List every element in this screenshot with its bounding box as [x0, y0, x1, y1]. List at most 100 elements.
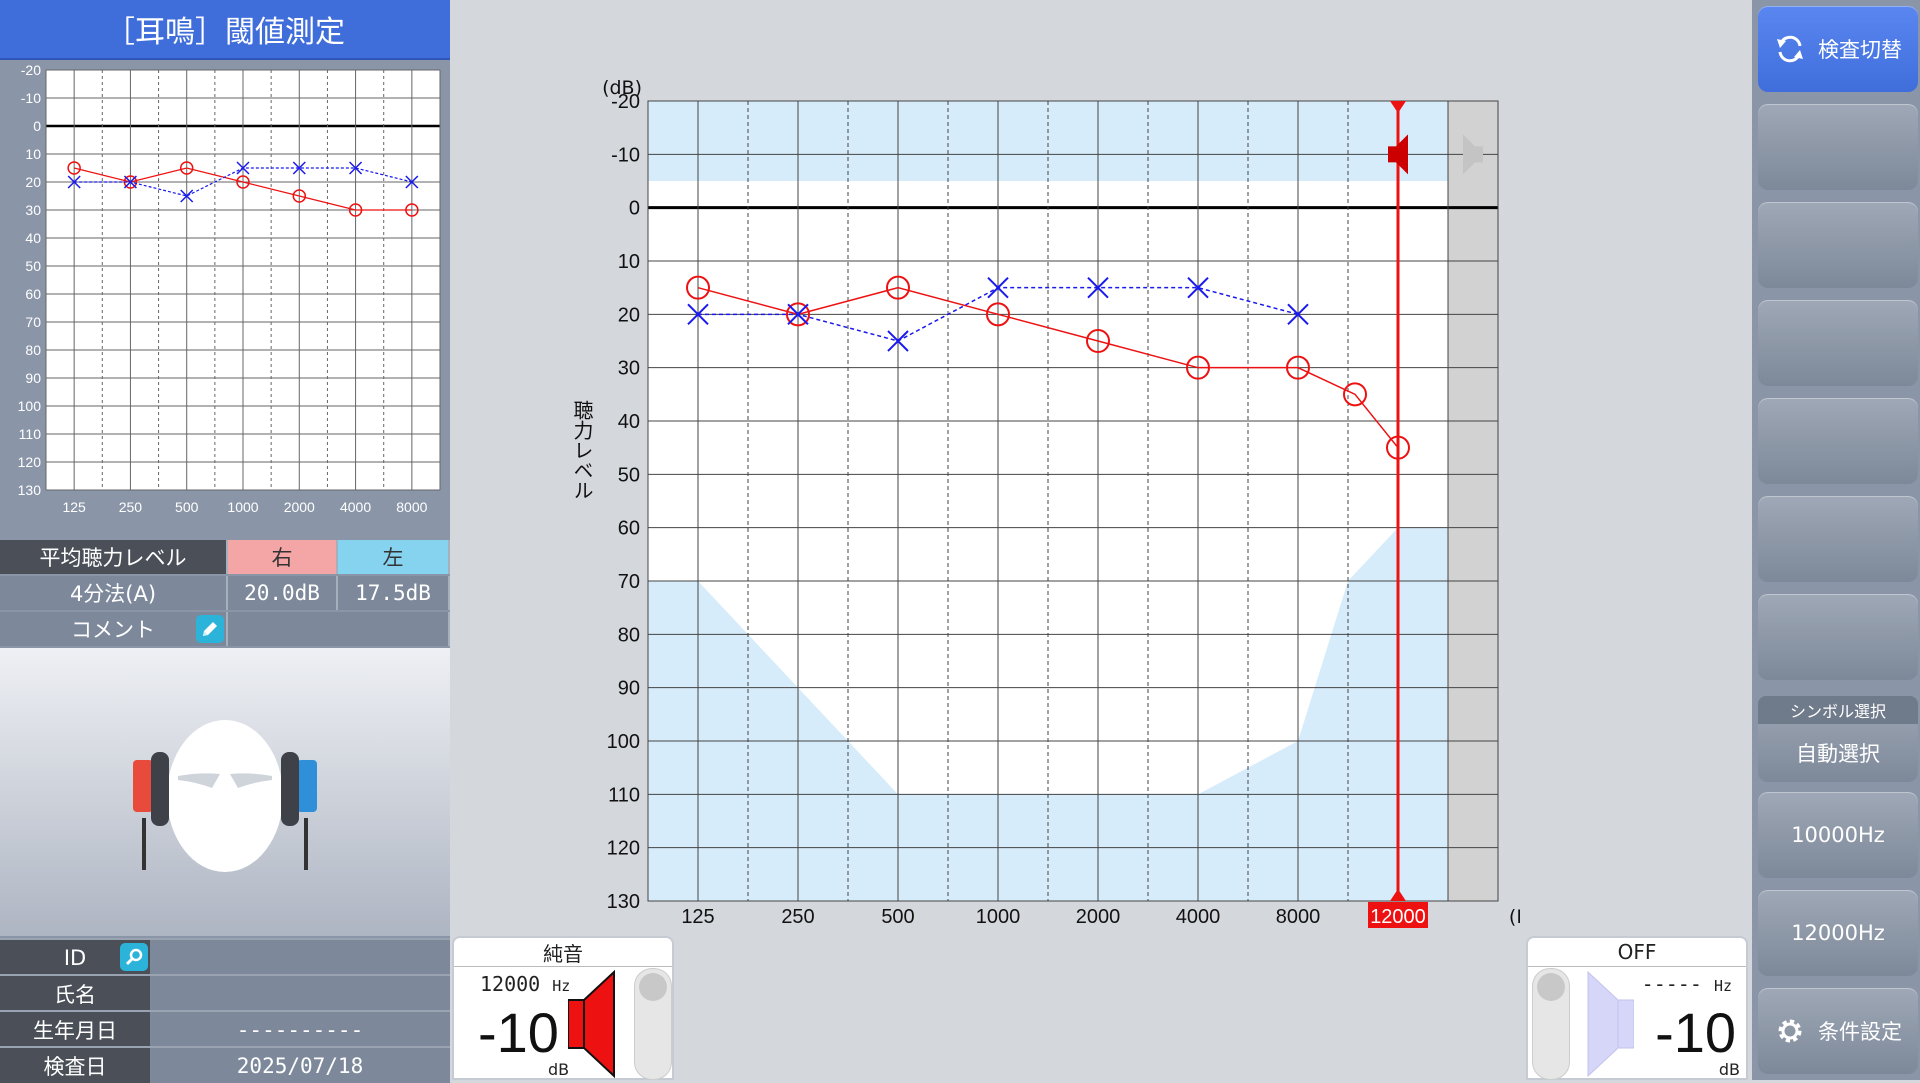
symbol-select-title: シンボル選択	[1758, 696, 1918, 724]
comment-label-cell: コメント	[0, 612, 228, 646]
left-average-value: 17.5dB	[338, 576, 450, 610]
y-tick-label: 0	[629, 198, 640, 220]
settings-label: 条件設定	[1818, 1020, 1902, 1044]
y-tick-label: 130	[607, 891, 640, 913]
y-tick-label: 30	[618, 358, 640, 380]
blank-button-4[interactable]	[1758, 398, 1918, 484]
right-average-value: 20.0dB	[228, 576, 338, 610]
symbol-select-value: 自動選択	[1796, 742, 1880, 766]
id-row: ID	[0, 938, 450, 975]
mini-y-tick: 70	[25, 314, 41, 330]
x-tick-label: 8000	[1276, 906, 1321, 928]
left-output-panel[interactable]: OFF ----- Hz -10 dB	[1526, 936, 1748, 1080]
y-tick-label: 80	[618, 624, 640, 646]
mini-y-tick: 80	[25, 342, 41, 358]
search-icon[interactable]	[120, 943, 148, 971]
blank-button-1[interactable]	[1758, 104, 1918, 190]
mini-x-tick: 1000	[227, 499, 258, 515]
settings-button[interactable]: 条件設定	[1758, 988, 1918, 1074]
comment-value[interactable]	[228, 612, 450, 646]
x-tick-label: 1000	[976, 906, 1021, 928]
right-output-frequency: 12000	[480, 972, 541, 996]
id-value	[150, 940, 450, 975]
right-speaker-icon	[568, 969, 615, 1079]
audiogram-svg[interactable]: -20-100102030405060708090100110120130(dB…	[560, 70, 1548, 950]
dob-value: ----------	[150, 1012, 450, 1047]
mini-y-tick: 0	[33, 118, 41, 134]
extra-column	[1448, 101, 1498, 901]
mini-y-tick: -20	[21, 62, 41, 78]
name-row: 氏名	[0, 974, 450, 1011]
left-output-level-unit: dB	[1718, 1060, 1740, 1079]
mini-y-tick: 40	[25, 230, 41, 246]
pencil-icon[interactable]	[196, 615, 224, 643]
right-output-level-unit: dB	[548, 1060, 570, 1079]
gear-icon	[1778, 1019, 1802, 1043]
mini-y-tick: 60	[25, 286, 41, 302]
mini-y-tick: 30	[25, 202, 41, 218]
freq-10000-label: 10000Hz	[1791, 823, 1885, 847]
freq-10000-button[interactable]: 10000Hz	[1758, 792, 1918, 878]
left-output-frequency-unit: Hz	[1713, 977, 1732, 995]
y-tick-label: 40	[618, 411, 640, 433]
switch-exam-button[interactable]: 検査切替	[1758, 6, 1918, 92]
right-level-slider[interactable]	[634, 968, 672, 1080]
comment-row: コメント	[0, 612, 450, 646]
y-tick-label: -10	[611, 144, 640, 166]
mini-y-tick: 130	[18, 482, 42, 498]
left-output-mode: OFF	[1528, 938, 1746, 967]
headphone-illustration	[0, 648, 450, 936]
mini-y-tick: 90	[25, 370, 41, 386]
mini-x-tick: 250	[119, 499, 143, 515]
exam-date-row: 検査日 2025/07/18	[0, 1046, 450, 1083]
right-ear-header: 右	[228, 540, 338, 574]
mini-x-tick: 8000	[396, 499, 427, 515]
mini-y-tick: 10	[25, 146, 41, 162]
mini-y-tick: 110	[19, 426, 42, 442]
audiogram-chart[interactable]: -20 -10 0 10 20 30 40 50 60 70 80 90 100 110 120 130 (dB…	[560, 70, 1548, 950]
right-output-level: -10	[478, 1001, 559, 1064]
right-sidebar: 検査切替 シンボル選択 自動選択 10000Hz 12000Hz 条件設定	[1752, 0, 1920, 1080]
right-output-mode: 純音	[454, 938, 672, 967]
blank-button-3[interactable]	[1758, 300, 1918, 386]
average-method: 4分法(A)	[0, 576, 228, 610]
mini-y-tick: 20	[25, 174, 41, 190]
symbol-select-button[interactable]: シンボル選択 自動選択	[1758, 696, 1918, 782]
mini-x-tick: 500	[175, 499, 199, 515]
left-output-frequency: -----	[1641, 972, 1702, 996]
x-tick-label: 4000	[1176, 906, 1221, 928]
mini-y-tick: 50	[25, 258, 41, 274]
freq-12000-button[interactable]: 12000Hz	[1758, 890, 1918, 976]
name-value	[150, 976, 450, 1011]
blank-button-2[interactable]	[1758, 202, 1918, 288]
x-tick-label: 125	[681, 906, 714, 928]
headphone-face-icon	[133, 720, 317, 872]
right-output-panel[interactable]: 純音 12000 Hz -10 dB	[452, 936, 674, 1080]
exam-date-value: 2025/07/18	[150, 1048, 450, 1083]
left-output-level: -10	[1655, 1001, 1736, 1064]
comment-label: コメント	[71, 618, 155, 642]
blank-button-6[interactable]	[1758, 594, 1918, 680]
x-tick-label: 2000	[1076, 906, 1121, 928]
average-label: 平均聴力レベル	[0, 540, 228, 574]
dob-row: 生年月日 ----------	[0, 1010, 450, 1047]
mini-x-tick: 125	[62, 499, 86, 515]
left-speaker-icon	[1587, 970, 1634, 1078]
mini-audiogram-svg: -20 -10 0 10 20 30 40 50 60 70 80 90 100 110 120 130 125…	[18, 62, 441, 515]
y-tick-label: 60	[618, 518, 640, 540]
right-speaker-marker	[1388, 146, 1396, 163]
average-values-row: 4分法(A) 20.0dB 17.5dB	[0, 576, 450, 610]
x-tick-label-selected: 12000	[1370, 906, 1426, 928]
y-tick-label: 110	[608, 784, 640, 806]
mini-y-tick: -10	[21, 90, 41, 106]
id-label: ID	[63, 945, 87, 970]
mini-y-tick: 100	[18, 398, 42, 414]
out-of-range-top	[648, 101, 1448, 181]
blank-button-5[interactable]	[1758, 496, 1918, 582]
freq-12000-label: 12000Hz	[1791, 921, 1885, 945]
name-label: 氏名	[0, 976, 150, 1011]
x-tick-label: 250	[781, 906, 814, 928]
y-tick-label: 90	[618, 678, 640, 700]
y-tick-label: 20	[618, 304, 640, 326]
left-level-slider[interactable]	[1532, 968, 1570, 1080]
